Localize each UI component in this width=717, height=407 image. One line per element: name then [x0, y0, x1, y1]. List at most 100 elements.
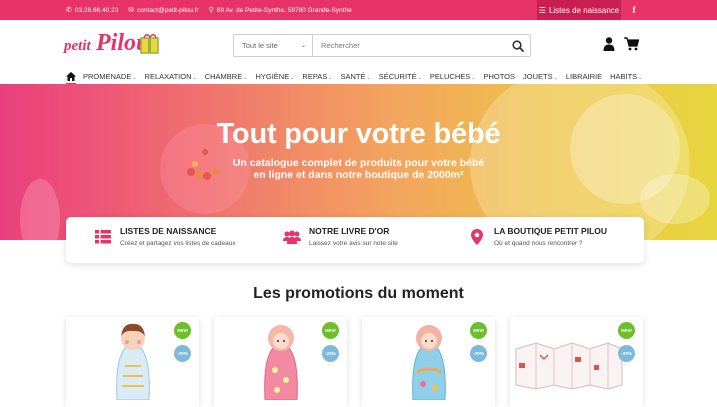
chevron-down-icon: ⌄ [132, 75, 137, 81]
map-marker-icon [468, 228, 486, 246]
features-panel: LISTES DE NAISSANCE Créez et partagez vo… [66, 217, 644, 263]
nav-item-label: REPAS [302, 72, 328, 81]
phone-number: 03.28.66.40.23 [74, 6, 119, 14]
hero-subtitle-line-1: Un catalogue complet de produits pour vo… [232, 157, 485, 169]
chevron-down-icon: ⌄ [290, 75, 295, 81]
feature-guestbook[interactable]: NOTRE LIVRE D'OR Laissez votre avis sur … [283, 226, 398, 247]
chevron-down-icon: ⌄ [417, 75, 422, 81]
chevron-down-icon: ⌄ [638, 75, 643, 81]
address-contact: ⚲ 69 Av. de Petite-Synthe, 59760 Grande-… [208, 6, 352, 15]
search-scope-value: Tout le site [242, 41, 278, 50]
nav-item-repas[interactable]: REPAS⌄ [302, 72, 332, 81]
search-input[interactable]: Rechercher [313, 35, 506, 56]
nav-item-chambre[interactable]: CHAMBRE⌄ [205, 72, 248, 81]
nav-item-photos[interactable]: PHOTOS [483, 72, 515, 81]
nav-item-label: RELAXATION [144, 72, 192, 81]
product-card[interactable]: NEW -20% [66, 317, 199, 407]
chevron-down-icon: ⌄ [328, 75, 333, 81]
birth-registry-link[interactable]: ☰ Listes de naissance [537, 0, 621, 20]
nav-item-librairie[interactable]: LIBRAIRIE [566, 72, 602, 81]
hero-bg-shape [20, 179, 60, 240]
feature-text: LISTES DE NAISSANCE Créez et partagez vo… [120, 226, 236, 247]
product-image [263, 325, 298, 400]
hero-subtitle: Un catalogue complet de produits pour vo… [0, 157, 717, 181]
discount-badge: -20% [174, 345, 191, 362]
site-header: petit Pilou Tout le site ⌄ Rechercher [0, 20, 717, 70]
chevron-down-icon: ⌄ [243, 75, 248, 81]
chevron-down-icon: ⌄ [192, 75, 197, 81]
user-account-icon[interactable] [603, 37, 615, 51]
search-scope-select[interactable]: Tout le site ⌄ [234, 35, 313, 56]
nav-item-jouets[interactable]: JOUETS⌄ [523, 72, 558, 81]
facebook-icon[interactable]: f [627, 0, 641, 20]
product-image [115, 323, 150, 400]
nav-item-label: PROMENADE [83, 72, 132, 81]
users-icon [283, 228, 301, 246]
nav-item-label: HYGIÈNE [255, 72, 290, 81]
nav-item-habits[interactable]: HABITS⌄ [610, 72, 642, 81]
discount-badge: -20% [322, 345, 339, 362]
nav-item-santé[interactable]: SANTÉ⌄ [340, 72, 370, 81]
feature-text: NOTRE LIVRE D'OR Laissez votre avis sur … [309, 226, 398, 247]
feature-shop-location[interactable]: LA BOUTIQUE PETIT PILOU Où et quand nous… [468, 226, 607, 247]
site-logo[interactable]: petit Pilou [64, 28, 164, 62]
nav-item-label: SANTÉ [340, 72, 366, 81]
feature-subtitle: Laissez votre avis sur note site [309, 240, 398, 247]
nav-item-label: JOUETS [523, 72, 553, 81]
hero-subtitle-line-2: en ligne et dans notre boutique de 2000m… [253, 169, 464, 181]
promotions-grid: NEW -20% NEW -20% NEW -20% NEW -20% [66, 317, 646, 407]
nav-item-peluches[interactable]: PELUCHES⌄ [430, 72, 476, 81]
nav-item-relaxation[interactable]: RELAXATION⌄ [145, 72, 197, 81]
discount-badge: -20% [618, 345, 635, 362]
product-card[interactable]: NEW -20% [214, 317, 347, 407]
shopping-cart-icon[interactable] [624, 37, 639, 51]
email-address: contact@petit-pilou.fr [137, 6, 199, 14]
nav-item-label: PHOTOS [483, 72, 516, 81]
address-text: 69 Av. de Petite-Synthe, 59760 Grande-Sy… [216, 6, 352, 14]
chevron-down-icon: ⌄ [553, 75, 558, 81]
hero-bg-shape [640, 174, 710, 224]
chevron-down-icon: ⌄ [300, 43, 306, 49]
new-badge: NEW [322, 322, 339, 339]
list-icon: ☰ [538, 5, 546, 15]
feature-title: LISTES DE NAISSANCE [120, 226, 217, 236]
top-bar: ✆ 03.28.66.40.23 ✉ contact@petit-pilou.f… [0, 0, 717, 20]
map-pin-icon: ⚲ [208, 7, 214, 14]
nav-item-label: CHAMBRE [204, 72, 243, 81]
phone-icon: ✆ [66, 7, 72, 14]
nav-item-promenade[interactable]: PROMENADE⌄ [83, 72, 137, 81]
new-badge: NEW [470, 322, 487, 339]
nav-item-hygiène[interactable]: HYGIÈNE⌄ [255, 72, 294, 81]
hero-title: Tout pour votre bébé [216, 118, 501, 150]
search-bar: Tout le site ⌄ Rechercher [233, 34, 531, 57]
feature-text: LA BOUTIQUE PETIT PILOU Où et quand nous… [494, 226, 607, 247]
chevron-down-icon: ⌄ [366, 75, 371, 81]
feature-title: LA BOUTIQUE PETIT PILOU [494, 226, 608, 236]
main-navigation: PROMENADE⌄ RELAXATION⌄ CHAMBRE⌄ HYGIÈNE⌄ REP… [0, 70, 717, 85]
nav-home[interactable] [66, 70, 76, 85]
new-badge: NEW [174, 322, 191, 339]
feature-subtitle: Créez et partagez vos listes de cadeaux [120, 240, 236, 247]
nav-item-label: SÉCURITÉ [378, 72, 417, 81]
nav-item-label: LIBRAIRIE [565, 72, 603, 81]
product-image [515, 342, 623, 390]
product-card[interactable]: NEW -20% [510, 317, 643, 407]
list-icon [94, 228, 112, 246]
feature-birth-registry[interactable]: LISTES DE NAISSANCE Créez et partagez vo… [94, 226, 236, 247]
product-card[interactable]: NEW -20% [362, 317, 495, 407]
search-button[interactable] [506, 35, 530, 56]
contact-info: ✆ 03.28.66.40.23 ✉ contact@petit-pilou.f… [66, 6, 352, 15]
home-icon [66, 72, 76, 81]
promotions-title: Les promotions du moment [253, 285, 464, 302]
birth-registry-label: Listes de naissance [548, 5, 620, 15]
logo-gift-box-icon [140, 34, 159, 54]
search-icon [512, 39, 524, 52]
chevron-down-icon: ⌄ [471, 75, 476, 81]
email-contact[interactable]: ✉ contact@petit-pilou.fr [128, 6, 199, 15]
nav-item-sécurité[interactable]: SÉCURITÉ⌄ [379, 72, 422, 81]
nav-item-label: HABITS [610, 72, 638, 81]
discount-badge: -20% [470, 345, 487, 362]
phone-contact[interactable]: ✆ 03.28.66.40.23 [66, 6, 119, 15]
product-image [411, 325, 446, 400]
logo-word-petit: petit [64, 38, 91, 54]
